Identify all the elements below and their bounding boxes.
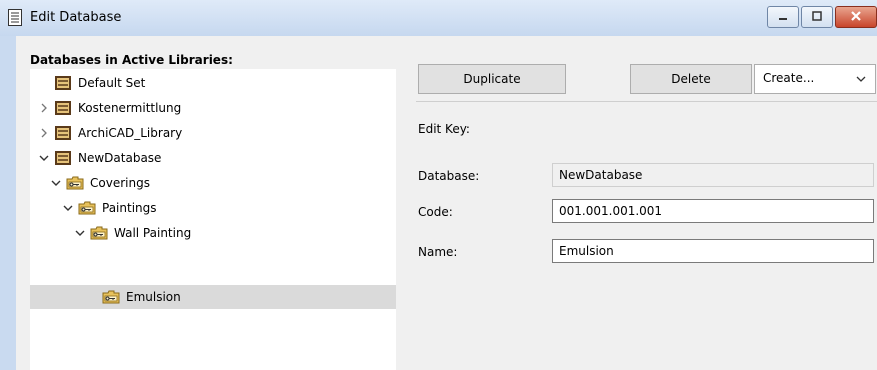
close-button[interactable] [835, 6, 877, 28]
name-label: Name: [418, 245, 458, 259]
duplicate-button[interactable]: Duplicate [418, 64, 566, 94]
delete-button[interactable]: Delete [630, 64, 752, 94]
edit-database-window: Edit Database Databases in Active Librar… [0, 0, 877, 370]
tree-item-label: Coverings [90, 176, 150, 190]
toolbar-separator [416, 101, 877, 102]
dialog-content: Databases in Active Libraries: Default S… [16, 36, 877, 370]
database-icon [54, 100, 72, 116]
database-tree[interactable]: Default Set Kostenermittlung ArchiCAD_Li… [30, 69, 396, 370]
database-icon [54, 125, 72, 141]
chevron-right-icon[interactable] [38, 127, 50, 139]
key-folder-icon [90, 225, 108, 241]
tree-heading: Databases in Active Libraries: [30, 53, 233, 67]
chevron-down-icon[interactable] [74, 227, 86, 239]
database-label: Database: [418, 169, 480, 183]
chevron-down-icon[interactable] [50, 177, 62, 189]
tree-item-label: Wall Painting [114, 226, 192, 240]
chevron-right-icon[interactable] [38, 102, 50, 114]
tree-item-label: Kostenermittlung [78, 101, 182, 115]
database-icon [54, 150, 72, 166]
key-folder-icon [66, 175, 84, 191]
tree-item-kostenermittlung[interactable]: Kostenermittlung [30, 96, 396, 120]
database-icon [54, 75, 72, 91]
tree-item-label: Default Set [78, 76, 146, 90]
create-dropdown-value: Create... [763, 71, 815, 85]
maximize-button[interactable] [801, 6, 833, 28]
key-folder-icon [102, 289, 120, 305]
tree-item-newdatabase[interactable]: NewDatabase [30, 146, 396, 170]
edit-key-label: Edit Key: [418, 122, 470, 136]
close-icon [850, 10, 862, 25]
chevron-down-icon[interactable] [62, 202, 74, 214]
title-bar[interactable]: Edit Database [0, 0, 877, 36]
tree-item-archicad-library[interactable]: ArchiCAD_Library [30, 121, 396, 145]
chevron-down-icon [855, 73, 867, 85]
minimize-button[interactable] [767, 6, 799, 28]
tree-item-wall-painting[interactable]: Wall Painting [30, 221, 396, 245]
database-field: NewDatabase [552, 163, 874, 187]
maximize-icon [812, 10, 822, 24]
create-dropdown[interactable]: Create... [754, 64, 876, 94]
tree-item-paintings[interactable]: Paintings [30, 196, 396, 220]
tree-item-coverings[interactable]: Coverings [30, 171, 396, 195]
code-field[interactable]: 001.001.001.001 [552, 199, 874, 223]
document-icon [8, 9, 22, 26]
tree-item-label: Paintings [102, 201, 157, 215]
tree-item-default-set[interactable]: Default Set [30, 71, 396, 95]
tree-item-emulsion[interactable]: Emulsion [30, 285, 396, 309]
minimize-icon [778, 10, 788, 24]
name-field[interactable]: Emulsion [552, 239, 874, 263]
code-label: Code: [418, 205, 453, 219]
tree-item-label: Emulsion [126, 290, 181, 304]
chevron-down-icon[interactable] [38, 152, 50, 164]
tree-item-label: NewDatabase [78, 151, 162, 165]
key-folder-icon [78, 200, 96, 216]
window-title: Edit Database [30, 10, 122, 25]
tree-item-label: ArchiCAD_Library [78, 126, 183, 140]
